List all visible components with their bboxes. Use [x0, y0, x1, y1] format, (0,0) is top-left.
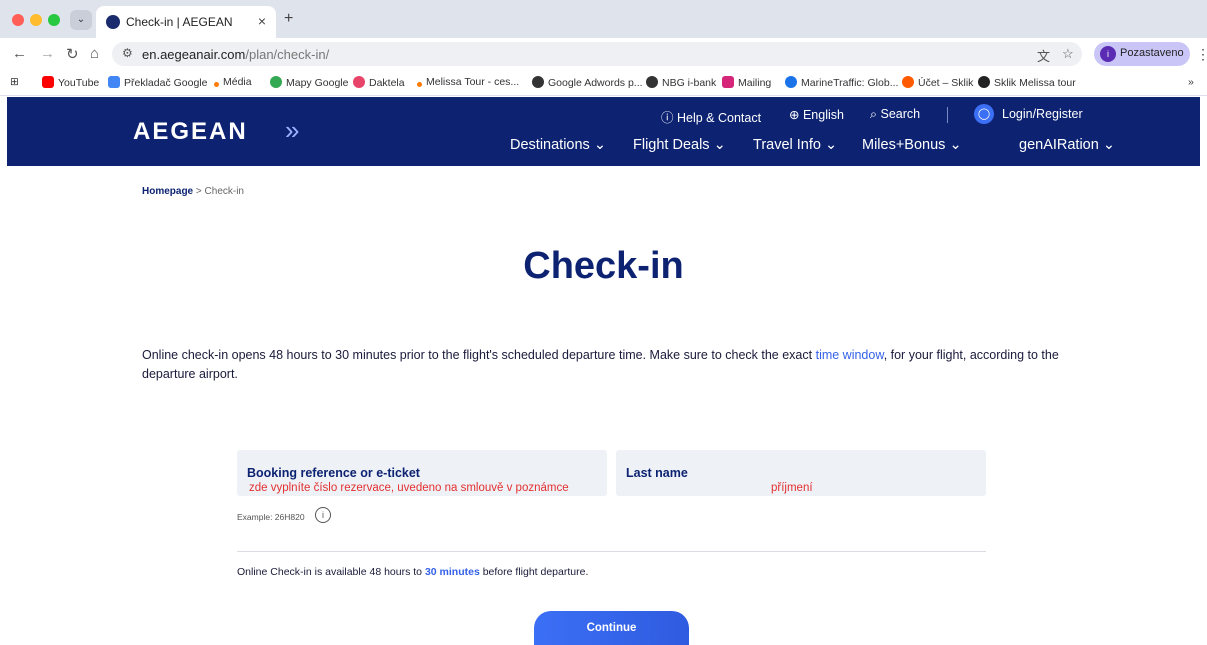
- youtube-icon: [42, 76, 54, 88]
- menu-genairation[interactable]: genAIRation ⌄: [1019, 137, 1115, 153]
- help-label: Help & Contact: [677, 111, 762, 125]
- booking-reference-field[interactable]: Booking reference or e-ticket zde vyplní…: [237, 450, 607, 496]
- bookmark-adwords[interactable]: Google Adwords p...: [532, 76, 643, 89]
- sklik-icon: [902, 76, 914, 88]
- bookmarks-overflow-icon[interactable]: »: [1188, 76, 1194, 88]
- question-circle-icon: ⓘ: [661, 111, 674, 125]
- aegean-favicon-icon: [106, 15, 120, 29]
- back-arrow-icon[interactable]: ←: [12, 45, 27, 62]
- profile-status: Pozastaveno: [1120, 47, 1184, 59]
- bookmark-marinetraffic[interactable]: MarineTraffic: Glob...: [785, 76, 898, 89]
- header-divider: [947, 107, 948, 123]
- profile-avatar: i: [1100, 46, 1116, 62]
- breadcrumb-home[interactable]: Homepage: [142, 186, 193, 197]
- search-link[interactable]: ⌕ Search: [870, 107, 920, 122]
- aegean-logo[interactable]: AEGEAN: [133, 118, 248, 146]
- intro-text: Online check-in opens 48 hours to 30 min…: [142, 346, 1072, 384]
- marinetraffic-icon: [785, 76, 797, 88]
- window-close-button[interactable]: [12, 14, 24, 26]
- language-label: English: [802, 108, 844, 122]
- info-icon[interactable]: i: [315, 507, 331, 523]
- window-minimize-button[interactable]: [30, 14, 42, 26]
- help-contact-link[interactable]: ⓘ Help & Contact: [661, 107, 761, 126]
- maps-pin-icon: [270, 76, 282, 88]
- sklik-melissa-icon: [978, 76, 990, 88]
- bookmark-maps[interactable]: Mapy Google: [270, 76, 348, 89]
- tab-search-button[interactable]: ⌄: [70, 10, 92, 30]
- booking-reference-annotation: zde vyplníte číslo rezervace, uvedeno na…: [249, 482, 569, 494]
- page-title: Check-in: [523, 245, 684, 287]
- breadcrumb-separator: >: [195, 186, 202, 197]
- login-register-link[interactable]: Login/Register: [1002, 107, 1083, 121]
- tab-title: Check-in | AEGEAN: [126, 15, 233, 29]
- search-icon: ⌕: [870, 107, 878, 121]
- bookmark-melissa-tour[interactable]: Melissa Tour - ces...: [417, 76, 519, 88]
- continue-button[interactable]: Continue: [534, 611, 689, 645]
- breadcrumb: Homepage > Check-in: [142, 186, 244, 197]
- url-text: en.aegeanair.com/plan/check-in/: [142, 47, 330, 62]
- globe-icon: ⊕: [789, 108, 800, 122]
- site-header: AEGEAN » ⓘ Help & Contact ⊕ English ⌕ Se…: [7, 97, 1200, 166]
- menu-flight-deals[interactable]: Flight Deals ⌄: [633, 137, 726, 153]
- availability-highlight: 30 minutes: [424, 566, 480, 578]
- form-divider: [237, 551, 986, 552]
- time-window-link[interactable]: time window: [816, 348, 884, 362]
- browser-tab-active[interactable]: Check-in | AEGEAN ×: [96, 6, 276, 38]
- aegean-logo-chevron-icon: »: [285, 115, 300, 145]
- last-name-label: Last name: [626, 466, 688, 480]
- last-name-field[interactable]: Last name příjmení: [616, 450, 986, 496]
- menu-miles-bonus[interactable]: Miles+Bonus ⌄: [862, 137, 962, 153]
- bookmarks-bar: ⊞ YouTube Překladač Google Média Mapy Go…: [0, 70, 1207, 96]
- bookmark-sklik-melissa[interactable]: Sklik Melissa tour: [978, 76, 1076, 89]
- bookmark-star-icon[interactable]: ☆: [1062, 46, 1074, 62]
- apps-grid-icon[interactable]: ⊞: [10, 76, 19, 88]
- bookmark-media[interactable]: Média: [214, 76, 252, 88]
- profile-button[interactable]: i Pozastaveno: [1094, 42, 1190, 66]
- breadcrumb-current: Check-in: [204, 186, 244, 197]
- melissa-icon: [417, 82, 422, 87]
- site-settings-icon[interactable]: ⚙: [122, 46, 133, 60]
- forward-arrow-icon[interactable]: →: [40, 45, 55, 62]
- globe-icon: [532, 76, 544, 88]
- window-zoom-button[interactable]: [48, 14, 60, 26]
- bookmark-translate[interactable]: Překladač Google: [108, 76, 207, 89]
- user-icon[interactable]: ◯: [974, 104, 994, 124]
- search-label: Search: [880, 107, 921, 121]
- bookmark-sklik-account[interactable]: Účet – Sklik: [902, 76, 973, 89]
- booking-reference-label: Booking reference or e-ticket: [247, 466, 420, 480]
- translate-bookmark-icon: [108, 76, 120, 88]
- menu-travel-info[interactable]: Travel Info ⌄: [753, 137, 837, 153]
- bookmark-mailing[interactable]: Mailing: [722, 76, 771, 89]
- browser-tab-bar: ⌄ Check-in | AEGEAN × +: [0, 0, 1207, 38]
- mailing-icon: [722, 76, 734, 88]
- bookmark-nbg[interactable]: NBG i-bank: [646, 76, 716, 89]
- menu-destinations[interactable]: Destinations ⌄: [510, 137, 606, 153]
- bookmark-daktela[interactable]: Daktela: [353, 76, 405, 89]
- intro-text-start: Online check-in opens 48 hours to 30 min…: [142, 348, 816, 362]
- language-selector[interactable]: ⊕ English: [789, 107, 844, 122]
- media-icon: [214, 82, 219, 87]
- new-tab-button[interactable]: +: [284, 10, 293, 28]
- bookmark-youtube[interactable]: YouTube: [42, 76, 99, 89]
- address-bar[interactable]: ⚙ en.aegeanair.com/plan/check-in/ 文 ☆: [112, 42, 1082, 66]
- availability-text-start: Online Check-in is available 48 hours to: [237, 566, 425, 578]
- tab-close-icon[interactable]: ×: [258, 13, 266, 29]
- daktela-icon: [353, 76, 365, 88]
- availability-text-end: before flight departure.: [479, 566, 589, 578]
- globe-icon: [646, 76, 658, 88]
- last-name-annotation: příjmení: [771, 482, 813, 494]
- reload-icon[interactable]: ↻: [66, 45, 79, 63]
- booking-example-text: Example: 26H820: [237, 512, 305, 522]
- availability-note: Online Check-in is available 48 hours to…: [237, 566, 588, 578]
- browser-nav-bar: ← → ↻ ⌂ ⚙ en.aegeanair.com/plan/check-in…: [0, 38, 1207, 70]
- translate-icon[interactable]: 文: [1037, 46, 1050, 65]
- home-icon[interactable]: ⌂: [90, 45, 99, 62]
- browser-menu-icon[interactable]: ⋮: [1196, 46, 1207, 63]
